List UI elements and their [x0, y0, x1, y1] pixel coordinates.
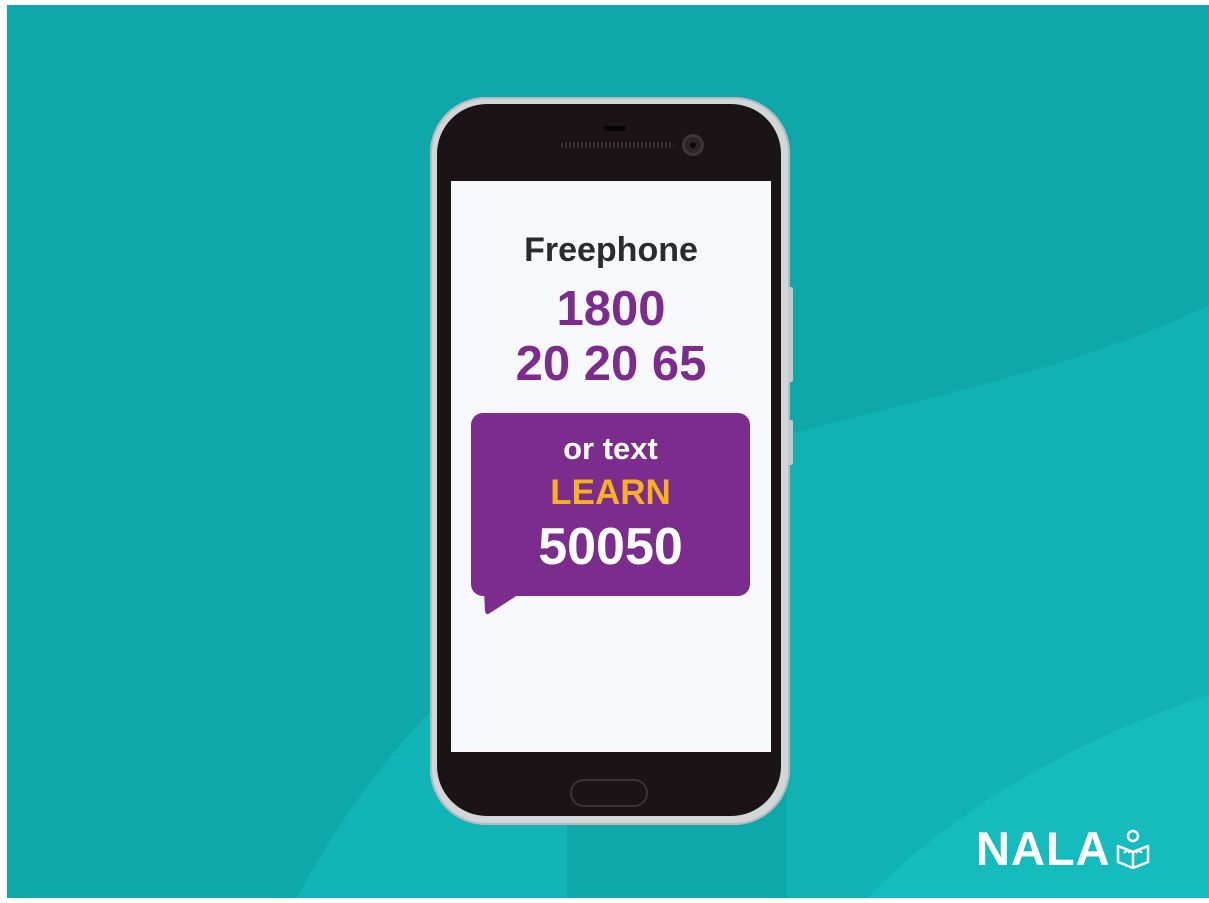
reading-person-icon: [1116, 829, 1149, 869]
freephone-heading: Freephone: [524, 231, 698, 269]
phone-number-line-2: 20 20 65: [515, 337, 707, 391]
smartphone: Freephone 1800 20 20 65 or text LEARN 50…: [430, 97, 793, 825]
sms-speech-bubble: or text LEARN 50050: [471, 413, 750, 596]
speech-bubble-tail: [484, 591, 524, 615]
volume-button: [788, 287, 793, 382]
logo-text: NALA: [976, 822, 1111, 875]
sms-shortcode: 50050: [538, 518, 683, 576]
sensor: [604, 126, 626, 131]
phone-screen: Freephone 1800 20 20 65 or text LEARN 50…: [451, 181, 771, 752]
front-camera-icon: [682, 134, 704, 156]
phone-number-line-1: 1800: [556, 282, 666, 336]
earpiece-speaker: [561, 142, 674, 148]
phone-front: Freephone 1800 20 20 65 or text LEARN 50…: [437, 104, 781, 816]
sms-keyword: LEARN: [550, 473, 671, 512]
power-button: [788, 420, 793, 465]
sms-prefix: or text: [563, 431, 658, 466]
nala-logo: NALA: [976, 824, 1151, 874]
teal-background: Freephone 1800 20 20 65 or text LEARN 50…: [7, 5, 1209, 898]
home-button: [570, 779, 648, 807]
